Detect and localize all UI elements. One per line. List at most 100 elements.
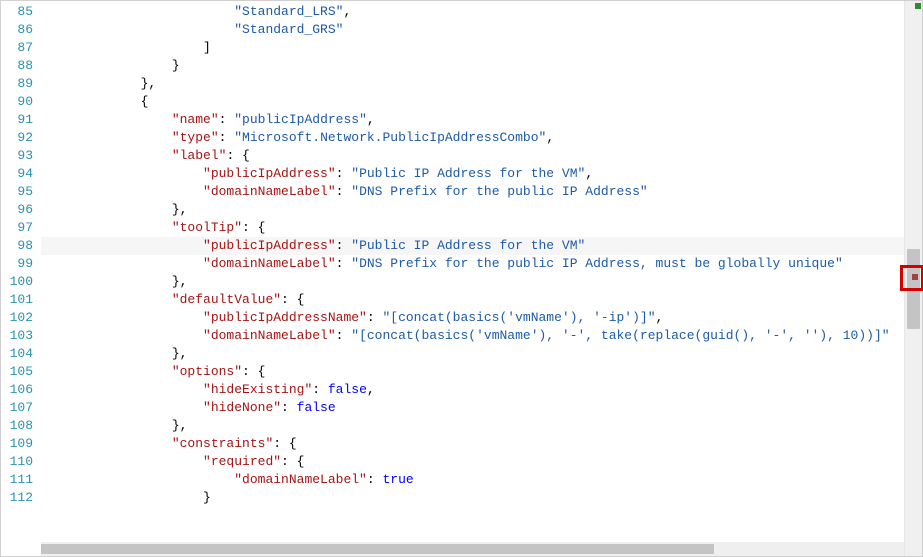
token-p: : [219,130,235,145]
token-k: "domainNameLabel" [203,328,336,343]
code-line[interactable]: "publicIpAddress": "Public IP Address fo… [41,165,904,183]
line-number: 110 [1,453,33,471]
token-p: { [141,94,149,109]
token-p: : { [226,148,249,163]
line-number: 105 [1,363,33,381]
code-line[interactable]: "hideExisting": false, [41,381,904,399]
line-number: 99 [1,255,33,273]
token-p: : [336,184,352,199]
token-p: } [203,490,211,505]
token-s: "Public IP Address for the VM" [351,238,585,253]
code-line[interactable]: "required": { [41,453,904,471]
line-number: 88 [1,57,33,75]
code-line[interactable]: "hideNone": false [41,399,904,417]
change-marker-icon [915,3,921,9]
line-number: 111 [1,471,33,489]
token-p: : [367,472,383,487]
token-p: : { [242,220,265,235]
token-p: , [546,130,554,145]
line-number: 92 [1,129,33,147]
code-line[interactable]: } [41,489,904,507]
line-number: 104 [1,345,33,363]
token-s: "[concat(basics('vmName'), '-', take(rep… [351,328,889,343]
code-line[interactable]: "defaultValue": { [41,291,904,309]
token-p: , [367,382,375,397]
code-line[interactable]: "domainNameLabel": "[concat(basics('vmNa… [41,327,904,345]
code-line[interactable]: "domainNameLabel": "DNS Prefix for the p… [41,183,904,201]
token-p: } [172,58,180,73]
token-k: "domainNameLabel" [203,256,336,271]
token-p: }, [172,202,188,217]
token-s: "Public IP Address for the VM" [351,166,585,181]
line-number: 94 [1,165,33,183]
line-number: 103 [1,327,33,345]
line-number: 109 [1,435,33,453]
token-k: "required" [203,454,281,469]
token-b: false [297,400,336,415]
token-p: : [281,400,297,415]
token-p: , [585,166,593,181]
code-line[interactable]: "domainNameLabel": "DNS Prefix for the p… [41,255,904,273]
code-line[interactable]: }, [41,417,904,435]
token-p: }, [141,76,157,91]
error-highlight-icon [900,265,923,291]
code-area[interactable]: "Standard_LRS", "Standard_GRS" ] } }, { … [41,1,904,556]
token-p: }, [172,274,188,289]
token-p: : { [281,292,304,307]
code-line[interactable]: "label": { [41,147,904,165]
code-line[interactable]: "Standard_LRS", [41,3,904,21]
code-line[interactable]: "type": "Microsoft.Network.PublicIpAddre… [41,129,904,147]
code-editor[interactable]: 8586878889909192939495969798991001011021… [1,1,922,556]
code-line[interactable]: "publicIpAddressName": "[concat(basics('… [41,309,904,327]
horizontal-scroll-thumb[interactable] [41,544,714,554]
token-p: : [336,256,352,271]
token-k: "defaultValue" [172,292,281,307]
code-line[interactable]: ] [41,39,904,57]
token-p: , [656,310,664,325]
code-line[interactable]: "toolTip": { [41,219,904,237]
token-p: : [367,310,383,325]
token-s: "DNS Prefix for the public IP Address, m… [351,256,842,271]
token-p: }, [172,346,188,361]
token-k: "hideExisting" [203,382,312,397]
line-number: 96 [1,201,33,219]
token-k: "toolTip" [172,220,242,235]
token-p: : [336,238,352,253]
token-p: , [367,112,375,127]
token-p: : { [281,454,304,469]
token-k: "domainNameLabel" [234,472,367,487]
token-s: "DNS Prefix for the public IP Address" [351,184,647,199]
code-line[interactable]: }, [41,75,904,93]
line-number: 90 [1,93,33,111]
code-line[interactable]: }, [41,273,904,291]
token-p: }, [172,418,188,433]
code-line[interactable]: "options": { [41,363,904,381]
token-p: : [312,382,328,397]
line-number: 102 [1,309,33,327]
code-line[interactable]: }, [41,201,904,219]
code-line[interactable]: "Standard_GRS" [41,21,904,39]
line-number: 106 [1,381,33,399]
token-k: "publicIpAddressName" [203,310,367,325]
token-s: "publicIpAddress" [234,112,367,127]
token-p: : { [273,436,296,451]
code-line[interactable]: "name": "publicIpAddress", [41,111,904,129]
token-p: : { [242,364,265,379]
token-k: "publicIpAddress" [203,166,336,181]
token-s: "Microsoft.Network.PublicIpAddressCombo" [234,130,546,145]
line-number: 91 [1,111,33,129]
minimap-scrollbar[interactable] [904,1,922,556]
code-line[interactable]: }, [41,345,904,363]
horizontal-scrollbar[interactable] [41,542,904,556]
code-line[interactable]: "domainNameLabel": true [41,471,904,489]
line-number: 107 [1,399,33,417]
token-k: "domainNameLabel" [203,184,336,199]
token-s: "Standard_GRS" [234,22,343,37]
code-line[interactable]: } [41,57,904,75]
code-line[interactable]: { [41,93,904,111]
code-line[interactable]: "constraints": { [41,435,904,453]
line-number: 108 [1,417,33,435]
line-number: 98 [1,237,33,255]
line-number: 85 [1,3,33,21]
code-line[interactable]: "publicIpAddress": "Public IP Address fo… [41,237,904,255]
